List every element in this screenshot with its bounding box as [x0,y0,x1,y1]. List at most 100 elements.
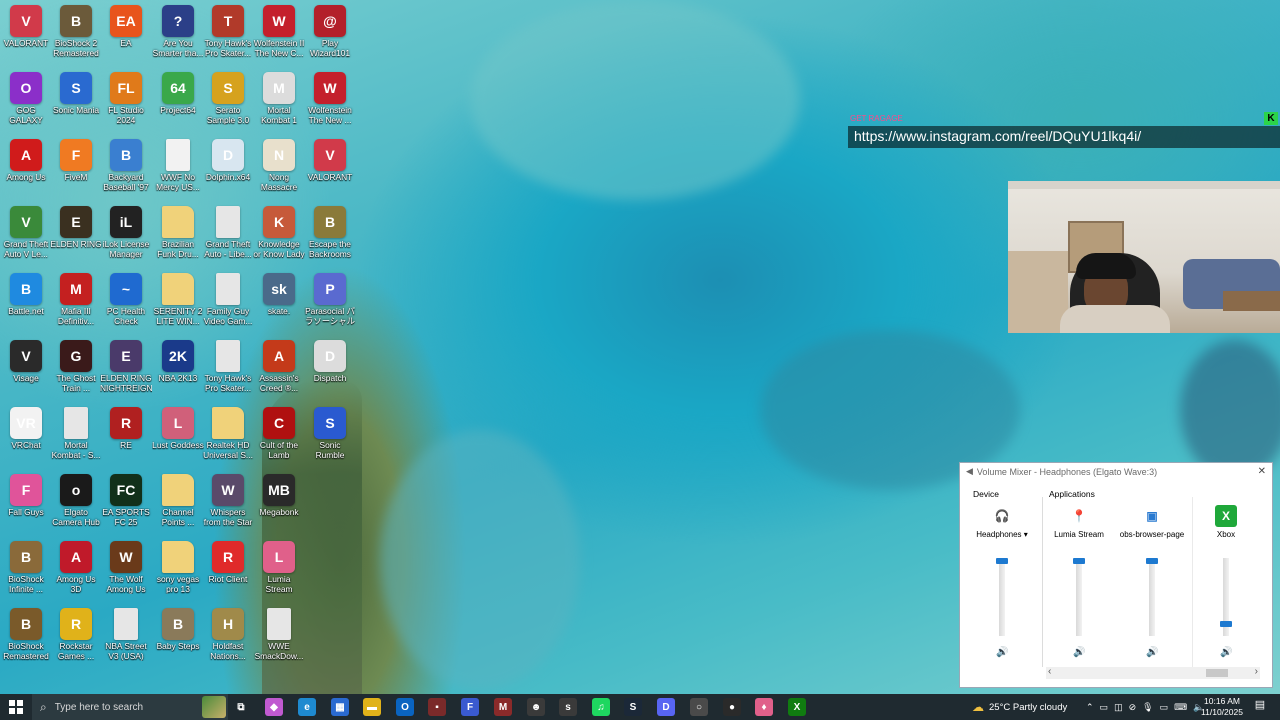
desktop-icon[interactable]: B Escape the Backrooms [304,205,356,271]
outlook-icon[interactable]: O [396,698,414,716]
mute-button[interactable]: 🔊 [1146,647,1158,658]
network-icon[interactable]: ⌨ [1174,702,1187,713]
desktop-icon[interactable]: W Wolfenstein II The New C... [253,4,305,70]
mute-button[interactable]: 🔊 [1073,647,1085,658]
headphones-icon[interactable]: 🎧 [991,505,1013,527]
desktop-icon[interactable]: SERENITY 2 LITE WIN... [152,272,204,338]
desktop-icon[interactable]: D Dolphin.x64 [202,138,254,204]
obs-studio-icon[interactable]: ● [723,698,741,716]
desktop-icon[interactable]: VR VRChat [0,406,52,472]
desktop-icon[interactable]: B BioShock Infinite ... [0,540,52,606]
obs-browser-icon[interactable]: ▣ [1141,505,1163,527]
microphone-icon[interactable]: 🎙 [1142,702,1153,713]
desktop-icon[interactable]: WWE SmackDow... [253,607,305,673]
desktop-icon[interactable]: K Knowledge or Know Lady [253,205,305,271]
scrollbar-thumb[interactable] [1206,669,1228,677]
tray-app-icon[interactable]: ▭ [1100,702,1109,713]
search-box[interactable]: ⌕ Type here to search [32,694,228,720]
desktop-icon[interactable]: o Elgato Camera Hub [50,473,102,539]
desktop-icon[interactable]: Grand Theft Auto - Libe... [202,205,254,271]
mute-button[interactable]: 🔊 [996,647,1008,658]
desktop-icon[interactable]: EA EA [100,4,152,70]
desktop-icon[interactable]: ? Are You Smarter tha... [152,4,204,70]
discord-icon[interactable]: D [657,698,675,716]
desktop-icon[interactable]: A Among Us [0,138,52,204]
desktop-icon[interactable]: B BioShock Remastered [0,607,52,673]
megabonk-icon[interactable]: M [494,698,512,716]
desktop-icon[interactable]: W The Wolf Among Us [100,540,152,606]
desktop-icon[interactable]: G The Ghost Train ... [50,339,102,405]
desktop-icon[interactable]: S Sonic Mania [50,71,102,137]
chevron-up-icon[interactable]: ⌃ [1086,702,1094,713]
desktop-icon[interactable]: 64 Project64 [152,71,204,137]
desktop-icon[interactable]: B Baby Steps [152,607,204,673]
lumia-stream-icon[interactable]: ♦ [755,698,773,716]
desktop-icon[interactable]: @ Play Wizard101 [304,4,356,70]
clock[interactable]: 10:16 AM 11/10/2025 [1196,696,1248,718]
scroll-right-button[interactable]: › [1255,666,1258,677]
obs-icon[interactable]: ○ [690,698,708,716]
battery-icon[interactable]: ▭ [1160,702,1169,713]
device-select[interactable]: Headphones ▾ [965,530,1039,539]
edge-icon[interactable]: e [298,698,316,716]
desktop-icon[interactable]: 2K NBA 2K13 [152,339,204,405]
tray-app-icon[interactable]: ⊘ [1129,702,1137,713]
xbox-icon[interactable]: X [788,698,806,716]
desktop-icon[interactable]: M Mortal Kombat 1 [253,71,305,137]
desktop-icon[interactable]: P Parasocial パ ラソーシャル [304,272,356,338]
desktop-icon[interactable]: S Sonic Rumble [304,406,356,472]
desktop-icon[interactable]: R Riot Client [202,540,254,606]
desktop-icon[interactable]: E ELDEN RING NIGHTREIGN [100,339,152,405]
volume-slider-thumb[interactable] [1073,558,1085,564]
app-icon[interactable]: ▪ [428,698,446,716]
desktop-icon[interactable]: Family Guy Video Gam... [202,272,254,338]
desktop-icon[interactable]: F FiveM [50,138,102,204]
volume-slider[interactable] [1149,558,1155,636]
desktop-icon[interactable]: sony vegas pro 13 [152,540,204,606]
scroll-left-button[interactable]: ‹ [1048,666,1051,677]
desktop-icon[interactable]: M Mafia III Definitiv... [50,272,102,338]
desktop-icon[interactable]: FC EA SPORTS FC 25 [100,473,152,539]
horizontal-scrollbar[interactable]: ‹ › [1046,666,1260,679]
desktop-icon[interactable]: R RE [100,406,152,472]
skate-icon[interactable]: s [559,698,577,716]
desktop-icon[interactable]: E ELDEN RING [50,205,102,271]
desktop-icon[interactable]: N Nong Massacre [253,138,305,204]
desktop-icon[interactable]: V Visage [0,339,52,405]
desktop-icon[interactable]: ~ PC Health Check [100,272,152,338]
desktop-icon[interactable]: V Grand Theft Auto V Le... [0,205,52,271]
weather-widget[interactable]: ☁ 25°C Partly cloudy [972,694,1067,720]
desktop-icon[interactable]: NBA Street V3 (USA) [100,607,152,673]
desktop-icon[interactable]: L Lumia Stream [253,540,305,606]
desktop-icon[interactable]: B Battle.net [0,272,52,338]
volume-slider-thumb[interactable] [1146,558,1158,564]
desktop-icon[interactable]: MB Megabonk [253,473,305,539]
desktop-icon[interactable]: Channel Points ... [152,473,204,539]
desktop-icon[interactable]: Brazilian Funk Dru... [152,205,204,271]
xbox-icon[interactable]: X [1215,505,1237,527]
desktop-icon[interactable]: H Holdfast Nations... [202,607,254,673]
desktop-icon[interactable]: T Tony Hawk's Pro Skater... [202,4,254,70]
desktop-icon[interactable]: WWF No Mercy US... [152,138,204,204]
fall-guys-icon[interactable]: F [461,698,479,716]
person-app-icon[interactable]: ☻ [527,698,545,716]
desktop-icon[interactable]: W Wolfenstein The New ... [304,71,356,137]
tray-app-icon[interactable]: ◫ [1114,702,1123,713]
spotify-icon[interactable]: ♫ [592,698,610,716]
close-button[interactable]: ✕ [1258,466,1266,477]
desktop-icon[interactable]: FL FL Studio 2024 [100,71,152,137]
desktop-icon[interactable]: W Whispers from the Star [202,473,254,539]
steam-icon[interactable]: S [624,698,642,716]
desktop-icon[interactable]: Tony Hawk's Pro Skater... [202,339,254,405]
desktop-icon[interactable]: B Backyard Baseball '97 [100,138,152,204]
volume-slider[interactable] [999,558,1005,636]
notifications-button[interactable]: ▤ [1250,698,1270,716]
desktop-icon[interactable]: Mortal Kombat - S... [50,406,102,472]
desktop-icon[interactable]: Realtek HD Universal S... [202,406,254,472]
desktop-icon[interactable]: S Serato Sample 3.0 [202,71,254,137]
volume-slider[interactable] [1076,558,1082,636]
copilot-icon[interactable]: ◆ [265,698,283,716]
task-view-icon[interactable]: ⧉ [232,698,250,716]
desktop-icon[interactable]: V VALORANT [0,4,52,70]
desktop-icon[interactable]: L Lust Goddess [152,406,204,472]
